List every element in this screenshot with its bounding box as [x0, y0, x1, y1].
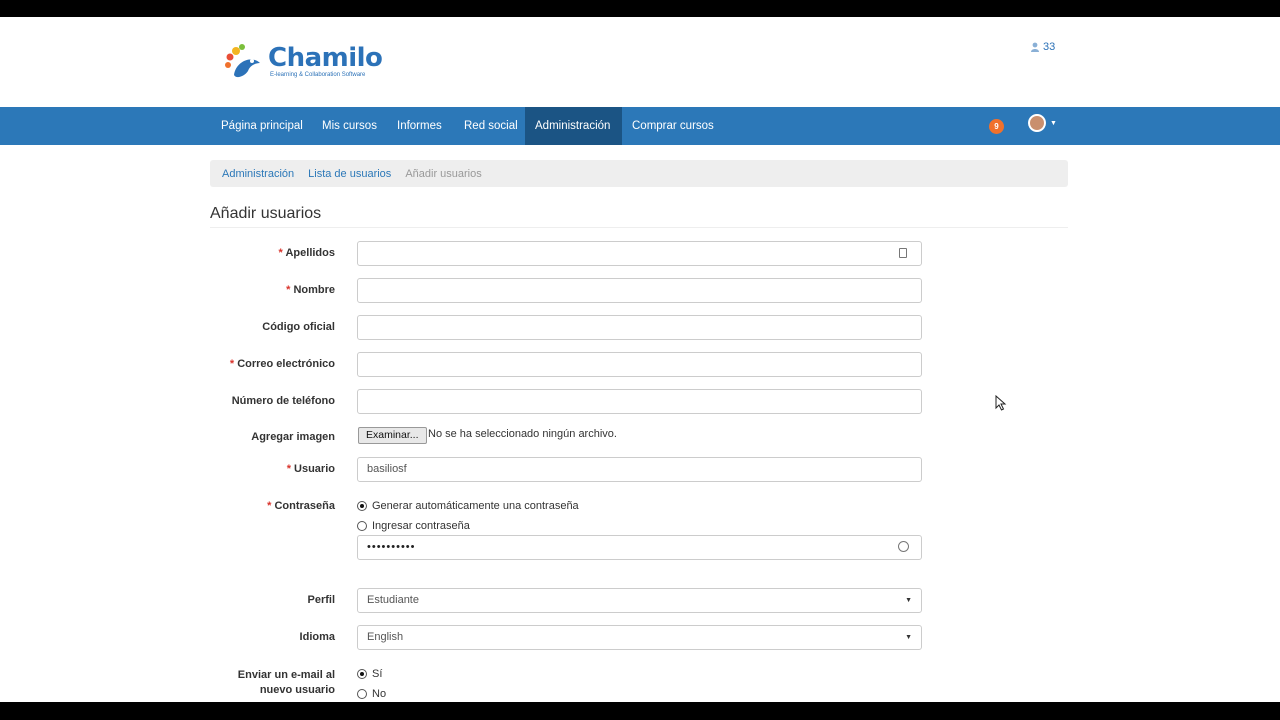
- caret-down-icon[interactable]: ▼: [1050, 120, 1057, 127]
- mouse-cursor-icon: [995, 395, 1007, 411]
- logo-text: Chamilo E-learning & Collaboration Softw…: [268, 43, 383, 78]
- password-auto-option[interactable]: Generar automáticamente una contraseña: [357, 500, 579, 512]
- contrasena-label-text: Contraseña: [274, 500, 335, 512]
- contact-card-icon: [899, 248, 907, 258]
- send-email-yes-option[interactable]: Sí: [357, 668, 382, 680]
- radio-yes[interactable]: [357, 669, 367, 679]
- nombre-input[interactable]: [357, 278, 922, 303]
- apellidos-label-text: Apellidos: [285, 247, 335, 259]
- chamilo-logo-icon: [222, 41, 266, 81]
- correo-label: * Correo electrónico: [210, 358, 335, 370]
- apellidos-label: * Apellidos: [210, 247, 335, 259]
- perfil-select[interactable]: Estudiante ▼: [357, 588, 922, 613]
- notification-badge[interactable]: 9: [989, 119, 1004, 134]
- chevron-down-icon: ▼: [905, 634, 912, 641]
- password-manual-label: Ingresar contraseña: [372, 520, 470, 532]
- send-email-label: Enviar un e-mail al nuevo usuario: [237, 669, 335, 696]
- idioma-label: Idioma: [299, 631, 335, 643]
- codigo-input[interactable]: [357, 315, 922, 340]
- browse-button[interactable]: Examinar...: [358, 427, 427, 444]
- radio-no[interactable]: [357, 689, 367, 699]
- divider: [210, 227, 1068, 228]
- breadcrumb-current: Añadir usuarios: [405, 167, 482, 180]
- chevron-down-icon: ▼: [905, 597, 912, 604]
- usuario-label: * Usuario: [210, 463, 335, 475]
- required-marker: *: [286, 463, 295, 475]
- correo-label-text: Correo electrónico: [237, 358, 335, 370]
- nav-social[interactable]: Red social: [454, 107, 528, 145]
- perfil-label: Perfil: [307, 594, 335, 606]
- nombre-label-text: Nombre: [293, 284, 335, 296]
- header: Chamilo E-learning & Collaboration Softw…: [0, 17, 1280, 107]
- email-field[interactable]: [357, 352, 922, 377]
- username-input[interactable]: basiliosf: [357, 457, 922, 482]
- password-manual-option[interactable]: Ingresar contraseña: [357, 520, 470, 532]
- online-users[interactable]: 33: [1030, 41, 1055, 53]
- usuario-label-text: Usuario: [294, 463, 335, 475]
- breadcrumb-administration[interactable]: Administración: [222, 168, 294, 180]
- radio-auto[interactable]: [357, 501, 367, 511]
- file-status: No se ha seleccionado ningún archivo.: [428, 428, 617, 440]
- avatar[interactable]: [1028, 114, 1046, 132]
- send-email-yes-label: Sí: [372, 668, 383, 680]
- eye-icon[interactable]: [898, 541, 909, 552]
- breadcrumb: Administración Lista de usuarios Añadir …: [210, 160, 1068, 187]
- radio-manual[interactable]: [357, 521, 367, 531]
- user-icon: [1031, 42, 1039, 52]
- telefono-label: Número de teléfono: [231, 395, 335, 407]
- imagen-label: Agregar imagen: [251, 431, 335, 443]
- perfil-value: Estudiante: [367, 594, 419, 606]
- page-title: Añadir usuarios: [210, 205, 322, 222]
- nav-buy-courses[interactable]: Comprar cursos: [622, 107, 724, 145]
- nav-reports[interactable]: Informes: [387, 107, 452, 145]
- chamilo-logo[interactable]: Chamilo E-learning & Collaboration Softw…: [222, 41, 383, 81]
- logo-title: Chamilo: [268, 43, 383, 73]
- contrasena-label: * Contraseña: [210, 500, 335, 512]
- app-window: Chamilo E-learning & Collaboration Softw…: [0, 17, 1280, 702]
- nav-administration[interactable]: Administración: [525, 107, 622, 145]
- send-email-no-label: No: [372, 688, 387, 700]
- send-email-no-option[interactable]: No: [357, 688, 386, 700]
- nav-my-courses[interactable]: Mis cursos: [312, 107, 387, 145]
- apellidos-input[interactable]: [357, 241, 922, 266]
- nombre-label: * Nombre: [210, 284, 335, 296]
- idioma-value: English: [367, 631, 404, 643]
- password-auto-label: Generar automáticamente una contraseña: [372, 500, 579, 512]
- telefono-input[interactable]: [357, 389, 922, 414]
- idioma-select[interactable]: English ▼: [357, 625, 922, 650]
- breadcrumb-user-list[interactable]: Lista de usuarios: [308, 168, 391, 180]
- codigo-label: Código oficial: [262, 321, 335, 333]
- nav-home[interactable]: Página principal: [211, 107, 313, 145]
- main-navbar: Página principal Mis cursos Informes Red…: [0, 107, 1280, 145]
- password-input[interactable]: ••••••••••: [357, 535, 922, 560]
- online-count: 33: [1043, 41, 1056, 53]
